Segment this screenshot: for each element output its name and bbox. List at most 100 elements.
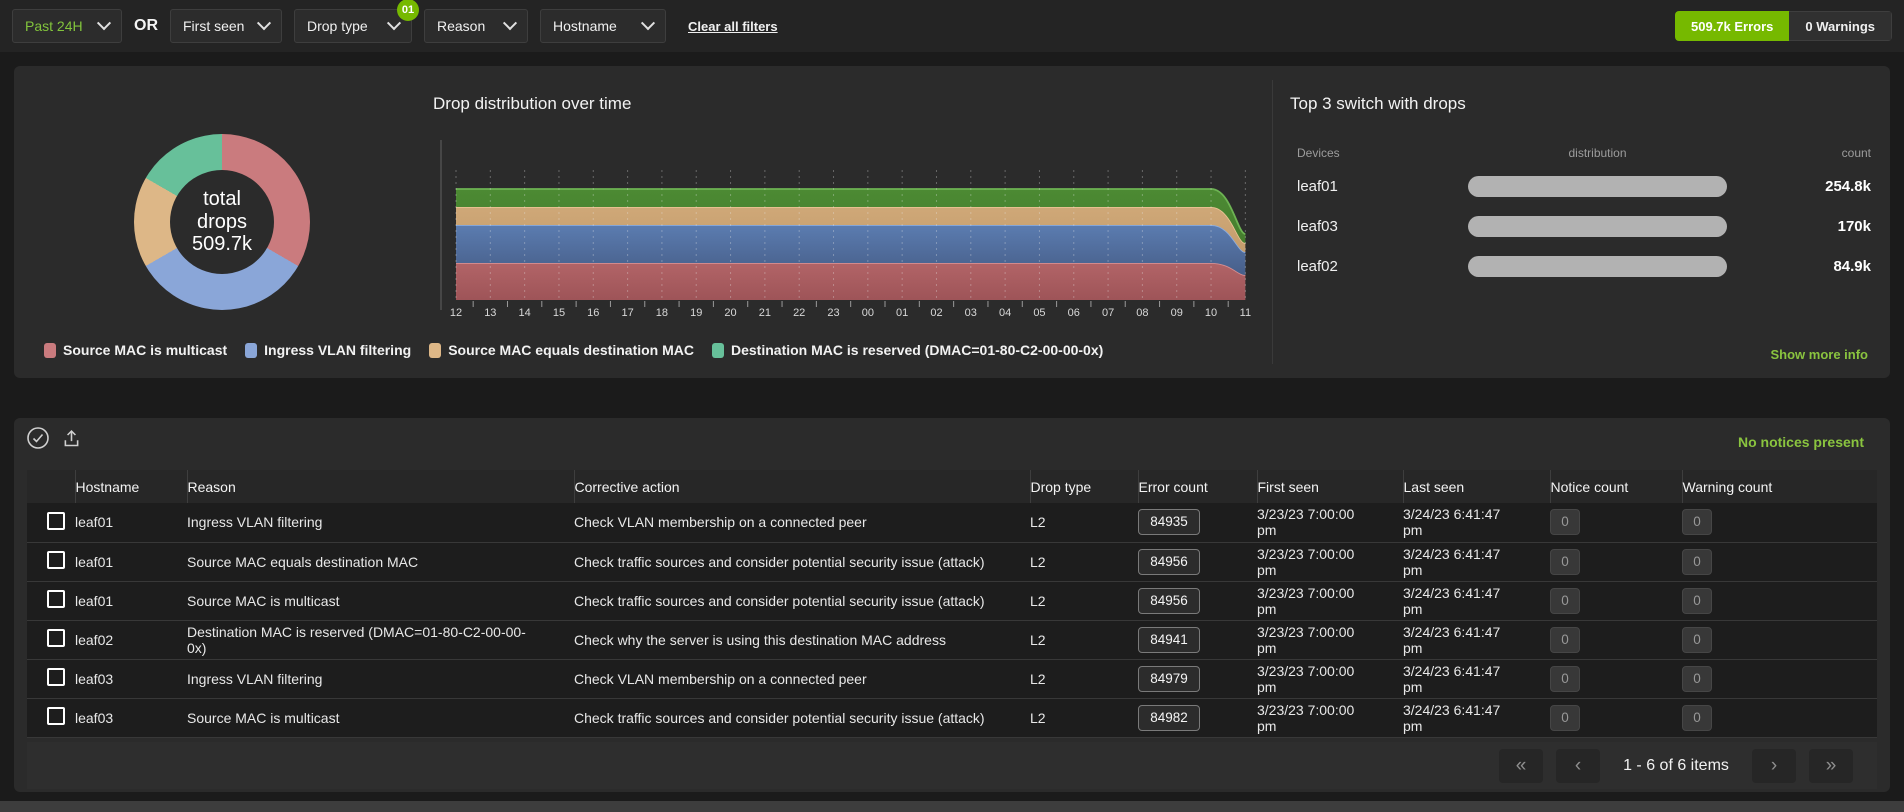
drop-type-filter-dropdown[interactable]: Drop type 01 (294, 9, 412, 43)
row-checkbox[interactable] (47, 668, 65, 686)
warnings-badge[interactable]: 0 Warnings (1789, 11, 1892, 41)
drop-count: 170k (1727, 218, 1871, 235)
x-axis-label: 08 (1136, 307, 1148, 319)
legend-label: Ingress VLAN filtering (264, 342, 411, 358)
error-count-badge: 84935 (1138, 509, 1200, 535)
cell-last-seen: 3/24/23 6:41:47 pm (1403, 698, 1550, 737)
x-axis-label: 16 (587, 307, 599, 319)
first-seen-filter-label: First seen (183, 18, 244, 34)
table-row: leaf03Source MAC is multicastCheck traff… (27, 698, 1877, 737)
next-page-button[interactable]: › (1752, 749, 1796, 783)
cell-error-count: 84935 (1138, 503, 1257, 542)
hostname-filter-dropdown[interactable]: Hostname (540, 9, 666, 43)
notice-count-badge: 0 (1550, 627, 1580, 653)
legend-label: Source MAC is multicast (63, 342, 227, 358)
cell-select (27, 503, 75, 542)
notice-count-badge: 0 (1550, 549, 1580, 575)
legend-item[interactable]: Source MAC equals destination MAC (429, 342, 694, 358)
notice-count-badge: 0 (1550, 666, 1580, 692)
horizontal-scrollbar[interactable] (0, 801, 1904, 812)
cell-last-seen: 3/24/23 6:41:47 pm (1403, 581, 1550, 620)
legend-item[interactable]: Destination MAC is reserved (DMAC=01-80-… (712, 342, 1103, 358)
x-axis-label: 23 (827, 307, 839, 319)
row-checkbox[interactable] (47, 590, 65, 608)
cell-last-seen: 3/24/23 6:41:47 pm (1403, 659, 1550, 698)
x-axis-label: 04 (999, 307, 1011, 319)
cell-first-seen: 3/23/23 7:00:00 pm (1257, 698, 1403, 737)
header-last-seen[interactable]: Last seen (1403, 470, 1550, 503)
device-name[interactable]: leaf01 (1297, 178, 1468, 195)
header-first-seen[interactable]: First seen (1257, 470, 1403, 503)
cell-drop-type: L2 (1030, 503, 1138, 542)
row-checkbox[interactable] (47, 512, 65, 530)
device-name[interactable]: leaf03 (1297, 218, 1468, 235)
donut-center-line3: 509.7k (192, 233, 252, 255)
panel-divider (1272, 80, 1273, 364)
header-corrective-action[interactable]: Corrective action (574, 470, 1030, 503)
x-axis-label: 15 (553, 307, 565, 319)
top3-row: leaf01 254.8k (1297, 166, 1871, 206)
distribution-bar (1468, 176, 1727, 197)
cell-hostname: leaf01 (75, 503, 187, 542)
notice-count-badge: 0 (1550, 705, 1580, 731)
errors-badge[interactable]: 509.7k Errors (1675, 11, 1789, 41)
acknowledge-icon[interactable] (26, 426, 50, 455)
cell-notice-count: 0 (1550, 620, 1682, 659)
cell-warning-count: 0 (1682, 503, 1877, 542)
cell-corrective-action: Check VLAN membership on a connected pee… (574, 659, 1030, 698)
donut-center-label: total drops 509.7k (170, 170, 274, 274)
show-more-info-link[interactable]: Show more info (1771, 347, 1869, 362)
cell-error-count: 84956 (1138, 542, 1257, 581)
cell-last-seen: 3/24/23 6:41:47 pm (1403, 542, 1550, 581)
cell-select (27, 698, 75, 737)
row-checkbox[interactable] (47, 551, 65, 569)
distribution-bar (1468, 256, 1727, 277)
cell-warning-count: 0 (1682, 542, 1877, 581)
x-axis-label: 12 (450, 307, 462, 319)
row-checkbox[interactable] (47, 707, 65, 725)
table-row: leaf02Destination MAC is reserved (DMAC=… (27, 620, 1877, 659)
header-hostname[interactable]: Hostname (75, 470, 187, 503)
device-name[interactable]: leaf02 (1297, 258, 1468, 275)
cell-select (27, 659, 75, 698)
time-range-dropdown[interactable]: Past 24H (12, 9, 122, 43)
chevron-down-icon (503, 16, 517, 30)
chevron-down-icon (257, 16, 271, 30)
drop-count: 254.8k (1727, 178, 1871, 195)
header-error-count[interactable]: Error count (1138, 470, 1257, 503)
cell-last-seen: 3/24/23 6:41:47 pm (1403, 503, 1550, 542)
cell-error-count: 84956 (1138, 581, 1257, 620)
cell-error-count: 84982 (1138, 698, 1257, 737)
cell-drop-type: L2 (1030, 698, 1138, 737)
export-icon[interactable] (61, 428, 82, 454)
header-notice-count[interactable]: Notice count (1550, 470, 1682, 503)
cell-reason: Source MAC is multicast (187, 698, 574, 737)
header-drop-type[interactable]: Drop type (1030, 470, 1138, 503)
x-axis-label: 10 (1205, 307, 1217, 319)
top3-table: Devices distribution count leaf01254.8kl… (1297, 140, 1871, 286)
warning-count-badge: 0 (1682, 588, 1712, 614)
row-checkbox[interactable] (47, 629, 65, 647)
legend-item[interactable]: Source MAC is multicast (44, 342, 227, 358)
last-page-button[interactable]: » (1809, 749, 1853, 783)
error-count-badge: 84956 (1138, 588, 1200, 614)
reason-filter-dropdown[interactable]: Reason (424, 9, 528, 43)
header-warning-count[interactable]: Warning count (1682, 470, 1877, 503)
first-page-button[interactable]: « (1499, 749, 1543, 783)
first-seen-filter-dropdown[interactable]: First seen (170, 9, 282, 43)
cell-corrective-action: Check VLAN membership on a connected pee… (574, 503, 1030, 542)
clear-all-filters-link[interactable]: Clear all filters (688, 19, 778, 34)
top3-header-row: Devices distribution count (1297, 140, 1871, 166)
reason-filter-label: Reason (437, 18, 485, 34)
previous-page-button[interactable]: ‹ (1556, 749, 1600, 783)
cell-first-seen: 3/23/23 7:00:00 pm (1257, 542, 1403, 581)
cell-first-seen: 3/23/23 7:00:00 pm (1257, 659, 1403, 698)
error-count-badge: 84982 (1138, 705, 1200, 731)
x-axis-label: 20 (724, 307, 736, 319)
cell-notice-count: 0 (1550, 659, 1682, 698)
header-reason[interactable]: Reason (187, 470, 574, 503)
legend-item[interactable]: Ingress VLAN filtering (245, 342, 411, 358)
cell-last-seen: 3/24/23 6:41:47 pm (1403, 620, 1550, 659)
no-notices-label: No notices present (1738, 434, 1864, 450)
notice-count-badge: 0 (1550, 509, 1580, 535)
